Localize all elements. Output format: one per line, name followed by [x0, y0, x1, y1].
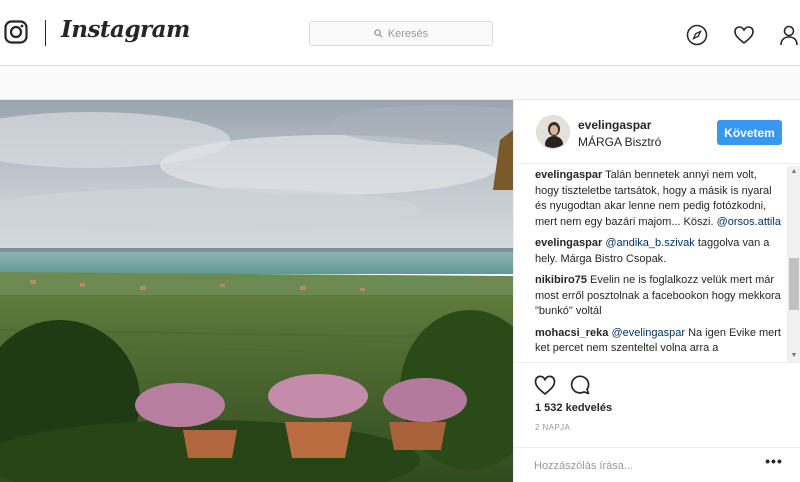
instagram-glyph-icon[interactable]: [4, 20, 28, 44]
comment-mention[interactable]: @orsos.attila: [717, 216, 781, 228]
more-options-icon[interactable]: •••: [764, 454, 784, 474]
compass-icon[interactable]: [686, 24, 708, 46]
location-link[interactable]: MÁRGA Bisztró: [578, 135, 661, 149]
post-card: evelingaspar MÁRGA Bisztró Követem eveli…: [0, 99, 800, 482]
list-item: evelingaspar Talán bennetek annyi nem vo…: [535, 168, 783, 230]
likes-count[interactable]: 1 532 kedvelés: [535, 402, 612, 414]
comment-icon[interactable]: [568, 373, 592, 397]
lake-landscape-image: [0, 100, 513, 482]
list-item: mohacsi_reka @evelingaspar Na igen Evike…: [535, 326, 783, 357]
scroll-down-arrow-icon[interactable]: ▼: [787, 350, 800, 362]
comment-username[interactable]: evelingaspar: [535, 169, 602, 181]
post-actions: 1 532 kedvelés 2 NAPJA •••: [514, 362, 800, 482]
scroll-up-arrow-icon[interactable]: ▲: [787, 166, 800, 178]
add-comment-bar: •••: [514, 447, 800, 482]
add-comment-input[interactable]: [534, 457, 754, 475]
search-placeholder: Keresés: [387, 27, 429, 40]
instagram-wordmark[interactable]: Instagram: [61, 16, 190, 43]
post-sidebar: evelingaspar MÁRGA Bisztró Követem eveli…: [513, 100, 800, 482]
heart-icon[interactable]: [533, 373, 557, 397]
comments-list: evelingaspar Talán bennetek annyi nem vo…: [535, 168, 783, 359]
list-item: nikibiro75 Evelin ne is foglalkozz velük…: [535, 273, 783, 320]
post-photo[interactable]: [0, 100, 513, 482]
search-box[interactable]: Keresés: [309, 21, 493, 46]
comment-username[interactable]: mohacsi_reka: [535, 327, 608, 339]
scrollbar-thumb[interactable]: [789, 258, 799, 310]
post-timestamp[interactable]: 2 NAPJA: [535, 423, 570, 432]
username[interactable]: evelingaspar: [578, 118, 651, 132]
list-item: evelingaspar @andika_b.szivak taggolva v…: [535, 236, 783, 267]
comments-scrollbar[interactable]: ▲ ▼: [787, 166, 800, 362]
logo-divider: [45, 20, 46, 46]
user-icon[interactable]: [778, 24, 800, 46]
comment-mention[interactable]: @andika_b.szivak: [605, 237, 694, 249]
follow-button[interactable]: Követem: [717, 120, 782, 145]
heart-icon[interactable]: [733, 24, 755, 46]
post-header: evelingaspar MÁRGA Bisztró Követem: [514, 100, 800, 164]
avatar[interactable]: [536, 115, 570, 149]
avatar-image: [537, 116, 569, 148]
comment-username[interactable]: nikibiro75: [535, 274, 587, 286]
search-icon: [374, 29, 383, 38]
comment-mention[interactable]: @evelingaspar: [611, 327, 685, 339]
comment-username[interactable]: evelingaspar: [535, 237, 602, 249]
top-navigation-bar: Instagram Keresés: [0, 0, 800, 66]
